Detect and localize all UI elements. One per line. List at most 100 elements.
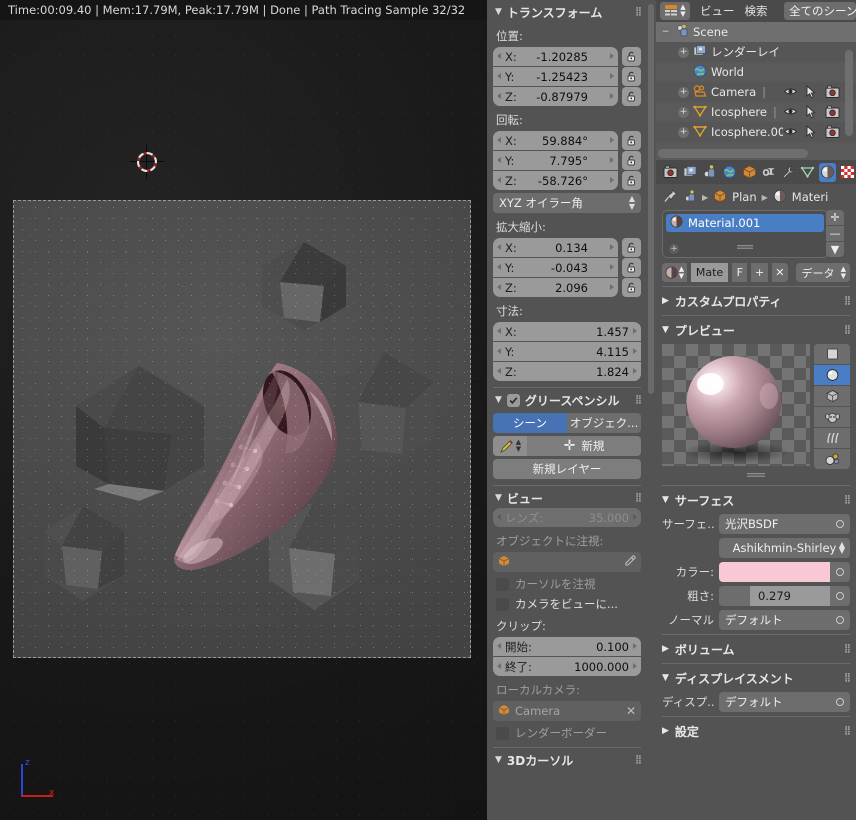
preview-type-buttons[interactable] xyxy=(814,344,850,469)
camera-to-view-row[interactable]: カメラをビューに... xyxy=(496,596,641,612)
roughness-row[interactable]: 粗さ: 0.279 xyxy=(662,586,850,606)
location-row-x[interactable]: X: -1.20285 xyxy=(493,47,641,66)
dimensions-y-field[interactable]: Y: 4.115 xyxy=(493,342,641,361)
lock-object-field[interactable] xyxy=(493,552,641,572)
gp-new-layer-button[interactable]: 新規レイヤー xyxy=(493,459,641,479)
lock-rotation-y-icon[interactable] xyxy=(622,151,641,170)
outliner-restrict-icons[interactable] xyxy=(783,104,840,122)
location-fields[interactable]: X: -1.20285 Y: -1.25423 Z: -0.87979 xyxy=(493,47,641,106)
selectable-cursor-icon[interactable] xyxy=(805,124,818,142)
outliner-row-world[interactable]: + World xyxy=(656,62,856,82)
scale-x-field[interactable]: X: 0.134 xyxy=(493,238,618,257)
render-restrict-camera-icon[interactable] xyxy=(825,125,840,142)
tab-modifiers[interactable] xyxy=(780,163,798,182)
outliner-horizontal-scrollbar[interactable] xyxy=(658,149,808,158)
roughness-field-wrap[interactable]: 0.279 xyxy=(719,586,850,606)
breadcrumb-material-label[interactable]: Materi xyxy=(792,190,828,204)
scale-row-z[interactable]: Z: 2.096 xyxy=(493,278,641,297)
visibility-eye-icon[interactable] xyxy=(783,104,798,122)
outliner-header[interactable]: ▲ ▼ ビュー 検索 全てのシーン xyxy=(656,0,856,22)
gp-tab-object[interactable]: オブジェク... xyxy=(567,413,641,433)
preview-sphere-button[interactable] xyxy=(814,365,850,385)
breadcrumb-object-label[interactable]: Plan xyxy=(732,190,756,204)
expand-icon[interactable]: + xyxy=(678,106,689,118)
rotation-x-field[interactable]: X: 59.884° xyxy=(493,131,618,150)
surface-shader-row[interactable]: サーフェ... 光沢BSDF xyxy=(662,514,850,534)
outliner-restrict-icons[interactable] xyxy=(783,84,840,102)
scene-icon[interactable] xyxy=(683,189,697,206)
scale-row-y[interactable]: Y: -0.043 xyxy=(493,258,641,277)
roughness-slider[interactable]: 0.279 xyxy=(719,586,830,606)
viewport-sidebar[interactable]: ▼ トランスフォーム ⣿ 位置: X: -1.20285 Y: -1.25423… xyxy=(487,0,656,820)
panel-header-displacement[interactable]: ▼ ディスプレイスメント ⣿ xyxy=(662,668,851,688)
rotation-y-field[interactable]: Y: 7.795° xyxy=(493,151,618,170)
selectable-cursor-icon[interactable] xyxy=(805,84,818,102)
location-z-field[interactable]: Z: -0.87979 xyxy=(493,87,618,106)
lock-cursor-checkbox[interactable] xyxy=(496,577,509,591)
panel-header-grease-pencil[interactable]: ▼ グリースペンシル ⣿ xyxy=(493,390,642,410)
material-slot-list[interactable]: Material.001 + xyxy=(662,210,828,258)
scale-z-field[interactable]: Z: 2.096 xyxy=(493,278,618,297)
pin-icon[interactable] xyxy=(664,188,678,206)
normal-dropdown[interactable]: デフォルト xyxy=(719,610,850,630)
new-material-button[interactable]: + xyxy=(751,263,768,282)
tab-world[interactable] xyxy=(721,163,739,182)
lock-cursor-row[interactable]: カーソルを注視 xyxy=(496,576,641,592)
material-browse-icon[interactable]: ▲ ▼ xyxy=(662,263,687,282)
material-preview-area[interactable] xyxy=(662,344,850,469)
material-slot-item[interactable]: Material.001 xyxy=(666,214,824,232)
preview-hair-button[interactable] xyxy=(814,428,850,448)
rotation-row-z[interactable]: Z: -58.726° xyxy=(493,171,641,190)
clip-end-row[interactable]: 終了: 1000.000 xyxy=(493,657,641,676)
dimensions-x-field[interactable]: X: 1.457 xyxy=(493,322,641,341)
clip-fields[interactable]: 開始: 0.100 終了: 1000.000 xyxy=(493,637,641,676)
rotation-row-y[interactable]: Y: 7.795° xyxy=(493,151,641,170)
distribution-row[interactable]: Ashikhmin-Shirley ▲ ▼ xyxy=(662,538,850,558)
material-icon[interactable] xyxy=(773,189,787,206)
panel-header-volume[interactable]: ▶ ボリューム ⣿ xyxy=(662,639,851,659)
outliner-row-render-layers[interactable]: + レンダーレイ xyxy=(656,42,856,62)
editor-type-icon[interactable]: ▲ ▼ xyxy=(660,2,690,20)
add-slot-mini-icon[interactable]: + xyxy=(669,244,679,254)
panel-header-settings[interactable]: ▶ 設定 ⣿ xyxy=(662,721,851,741)
gp-new-row[interactable]: ▲ ▼ ✛ 新規 xyxy=(493,436,641,456)
preview-cube-button[interactable] xyxy=(814,386,850,406)
dimensions-z-field[interactable]: Z: 1.824 xyxy=(493,362,641,381)
tab-object[interactable] xyxy=(740,163,758,182)
displacement-row[interactable]: ディスプ... デフォルト xyxy=(662,692,850,712)
outliner-display-mode-dropdown[interactable]: 全てのシーン xyxy=(784,2,856,20)
visibility-eye-icon[interactable] xyxy=(783,84,798,102)
outliner-row-icosphere[interactable]: + Icosphere | xyxy=(656,102,856,122)
grease-pencil-checkbox[interactable] xyxy=(506,393,520,407)
rotation-z-field[interactable]: Z: -58.726° xyxy=(493,171,618,190)
tab-object-data[interactable] xyxy=(799,163,817,182)
material-specials-menu[interactable]: ▼ xyxy=(826,242,844,257)
panel-header-preview[interactable]: ▼ プレビュー ⣿ xyxy=(662,320,851,340)
animate-dot-icon[interactable] xyxy=(836,616,844,624)
render-result-region[interactable] xyxy=(13,200,471,658)
location-x-field[interactable]: X: -1.20285 xyxy=(493,47,618,66)
panel-header-custom-properties[interactable]: ▶ カスタムプロパティ ⣿ xyxy=(662,291,851,311)
eyedropper-icon[interactable] xyxy=(624,554,636,570)
gp-tab-scene[interactable]: シーン xyxy=(493,413,567,433)
outliner-editor[interactable]: ▲ ▼ ビュー 検索 全てのシーン − Scene + レンダーレイ World… xyxy=(656,0,856,160)
animate-dot-icon[interactable] xyxy=(836,698,844,706)
tab-render-layers[interactable] xyxy=(682,163,700,182)
selectable-cursor-icon[interactable] xyxy=(805,104,818,122)
animate-dot-icon[interactable] xyxy=(836,568,844,576)
animate-dot-icon[interactable] xyxy=(836,592,844,600)
panel-header-view[interactable]: ▼ ビュー ⣿ xyxy=(493,488,642,508)
camera-to-view-checkbox[interactable] xyxy=(496,597,509,611)
tab-scene[interactable] xyxy=(701,163,719,182)
outliner-menu-search[interactable]: 検索 xyxy=(745,3,768,19)
expand-icon[interactable]: + xyxy=(678,46,689,58)
lock-rotation-z-icon[interactable] xyxy=(622,171,641,190)
displacement-dropdown[interactable]: デフォルト xyxy=(719,692,850,712)
distribution-dropdown[interactable]: Ashikhmin-Shirley ▲ ▼ xyxy=(719,538,850,558)
outliner-row-icosphere-001[interactable]: + Icosphere.00 xyxy=(656,122,856,142)
remove-material-slot-button[interactable]: — xyxy=(826,226,844,241)
clip-end-field[interactable]: 終了: 1000.000 xyxy=(493,657,641,676)
datablock-dropdown[interactable]: データ ▲ ▼ xyxy=(796,263,851,282)
panel-header-transform[interactable]: ▼ トランスフォーム ⣿ xyxy=(493,2,642,22)
dimensions-fields[interactable]: X: 1.457 Y: 4.115 Z: 1.824 xyxy=(493,322,641,381)
